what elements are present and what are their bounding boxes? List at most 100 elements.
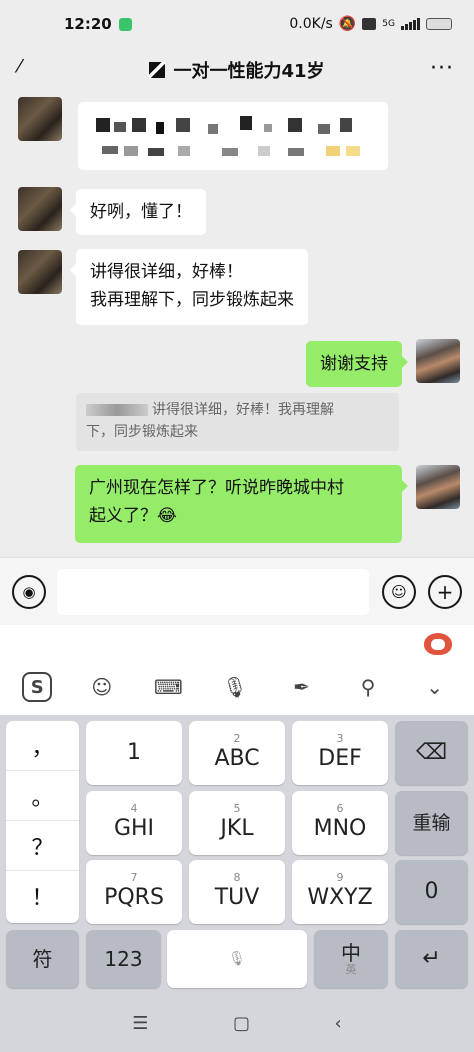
- key-label: 中: [341, 941, 361, 965]
- key-label: MNO: [313, 816, 367, 841]
- key-label: WXYZ: [307, 885, 373, 910]
- symbol-key[interactable]: 。: [6, 771, 79, 821]
- menu-icon[interactable]: ☰: [132, 1013, 148, 1034]
- symbol-column[interactable]: ， 。 ？ ！: [6, 721, 79, 923]
- quote-sender-redacted: [86, 404, 148, 416]
- voice-toggle-icon[interactable]: ◉: [12, 575, 46, 609]
- keyboard-layout-icon[interactable]: ⌨: [151, 670, 185, 704]
- outgoing-message[interactable]: 广州现在怎样了？听说昨晚城中村 起义了？😂: [75, 465, 408, 543]
- network-type: 5G: [382, 19, 395, 29]
- status-time: 12:20: [64, 15, 112, 33]
- key-def[interactable]: 3 DEF: [292, 721, 388, 785]
- message-line: 讲得很详细，好棒！: [90, 262, 243, 282]
- key-label: 符: [32, 947, 53, 971]
- system-nav-bar: ☰ ▢ ‹: [0, 995, 474, 1052]
- message-line: 起义了？😂: [89, 506, 177, 526]
- ime-mascot-icon[interactable]: [424, 633, 452, 655]
- quoted-message[interactable]: 讲得很详细，好棒！我再理解 下，同步锻炼起来: [76, 393, 399, 451]
- key-label: DEF: [318, 746, 362, 771]
- hd-icon: [362, 18, 377, 30]
- sogou-logo-icon[interactable]: S: [22, 672, 53, 702]
- enter-key[interactable]: ↵: [395, 930, 468, 988]
- ime-tools: S ☺ ⌨ 🎙 ✒ ⚲ ⌄: [0, 667, 474, 707]
- ime-keyboard: ， 。 ？ ！ 1 2 ABC 3 DEF ⌫ 4 GHI 5 JKL 6 MN…: [0, 715, 474, 995]
- symbol-switch-key[interactable]: 符: [6, 930, 79, 988]
- key-digit: 3: [336, 732, 344, 745]
- key-digit: 5: [233, 802, 241, 815]
- chat-area[interactable]: 好咧，懂了！ 讲得很详细，好棒！ 我再理解下，同步锻炼起来 谢谢支持 讲得很详细…: [0, 92, 474, 557]
- my-avatar[interactable]: [416, 339, 460, 383]
- retype-key[interactable]: 重输: [395, 791, 468, 855]
- outgoing-message[interactable]: 谢谢支持: [306, 341, 408, 387]
- my-avatar[interactable]: [416, 465, 460, 509]
- contact-avatar[interactable]: [18, 187, 62, 231]
- wechat-notification-icon: [118, 17, 132, 31]
- search-icon[interactable]: ⚲: [351, 670, 385, 704]
- emoji-icon[interactable]: ☺: [382, 575, 416, 609]
- emoji-panel-icon[interactable]: ☺: [85, 670, 119, 704]
- more-options-icon[interactable]: ···: [430, 56, 454, 81]
- key-ghi[interactable]: 4 GHI: [86, 791, 182, 855]
- contact-avatar[interactable]: [18, 250, 62, 294]
- back-icon[interactable]: ⁄: [18, 56, 21, 77]
- chat-title-text: 一对一性能力41岁: [173, 61, 325, 82]
- key-pqrs[interactable]: 7 PQRS: [86, 860, 182, 924]
- pixelated-message[interactable]: [78, 102, 388, 170]
- contact-avatar[interactable]: [18, 97, 62, 141]
- enter-icon: ↵: [422, 946, 441, 971]
- key-label: 0: [424, 879, 439, 904]
- key-digit: 4: [130, 802, 138, 815]
- key-label: TUV: [214, 885, 260, 910]
- key-label: JKL: [220, 816, 254, 841]
- symbol-key[interactable]: ！: [6, 871, 79, 921]
- handwriting-icon[interactable]: ✒: [285, 670, 319, 704]
- back-nav-icon[interactable]: ‹: [335, 1013, 342, 1034]
- signal-icon: [401, 18, 420, 30]
- key-sub-label: 英: [345, 963, 357, 976]
- incoming-message[interactable]: 好咧，懂了！: [70, 189, 206, 235]
- key-mno[interactable]: 6 MNO: [292, 791, 388, 855]
- chevron-down-icon[interactable]: ⌄: [418, 670, 452, 704]
- lang-switch-key[interactable]: 中 英: [314, 930, 388, 988]
- key-label: 1: [127, 740, 141, 765]
- symbol-key[interactable]: ？: [6, 821, 79, 871]
- incoming-message[interactable]: 讲得很详细，好棒！ 我再理解下，同步锻炼起来: [70, 249, 308, 325]
- key-label: GHI: [113, 816, 155, 841]
- battery-icon: [426, 18, 452, 30]
- key-digit: 6: [336, 802, 344, 815]
- zero-key[interactable]: 0: [395, 860, 468, 924]
- key-digit: 8: [233, 871, 241, 884]
- ime-toolbar: S ☺ ⌨ 🎙 ✒ ⚲ ⌄: [0, 625, 474, 715]
- space-key[interactable]: 🎙: [167, 930, 307, 988]
- backspace-key[interactable]: ⌫: [395, 721, 468, 785]
- status-right: 0.0K/s 🔕 5G: [289, 16, 452, 32]
- message-text: 谢谢支持: [320, 354, 388, 374]
- key-wxyz[interactable]: 9 WXYZ: [292, 860, 388, 924]
- key-label: 重输: [412, 812, 451, 834]
- key-label: ABC: [214, 746, 260, 771]
- message-line: 广州现在怎样了？听说昨晚城中村: [89, 478, 344, 498]
- mute-icon: 🔕: [338, 16, 357, 32]
- backspace-icon: ⌫: [415, 740, 448, 765]
- space-mic-icon: 🎙: [228, 951, 246, 967]
- quote-text: 讲得很详细，好棒！我再理解: [152, 402, 334, 418]
- key-digit: 7: [130, 871, 138, 884]
- key-digit: 2: [233, 732, 241, 745]
- key-label: 123: [104, 947, 143, 971]
- status-bar: 12:20 0.0K/s 🔕 5G: [0, 0, 474, 48]
- net-speed: 0.0K/s: [289, 16, 333, 32]
- symbol-key[interactable]: ，: [6, 721, 79, 771]
- chat-title: 一对一性能力41岁: [149, 57, 325, 83]
- voice-input-icon[interactable]: 🎙: [218, 670, 252, 704]
- key-abc[interactable]: 2 ABC: [189, 721, 285, 785]
- key-tuv[interactable]: 8 TUV: [189, 860, 285, 924]
- key-1[interactable]: 1: [86, 721, 182, 785]
- message-text: 好咧，懂了！: [90, 202, 192, 222]
- home-icon[interactable]: ▢: [233, 1013, 250, 1034]
- key-jkl[interactable]: 5 JKL: [189, 791, 285, 855]
- message-input[interactable]: [57, 569, 369, 615]
- title-mark-icon: [149, 62, 166, 78]
- plus-icon[interactable]: +: [428, 575, 462, 609]
- message-line: 我再理解下，同步锻炼起来: [90, 290, 294, 310]
- number-switch-key[interactable]: 123: [86, 930, 161, 988]
